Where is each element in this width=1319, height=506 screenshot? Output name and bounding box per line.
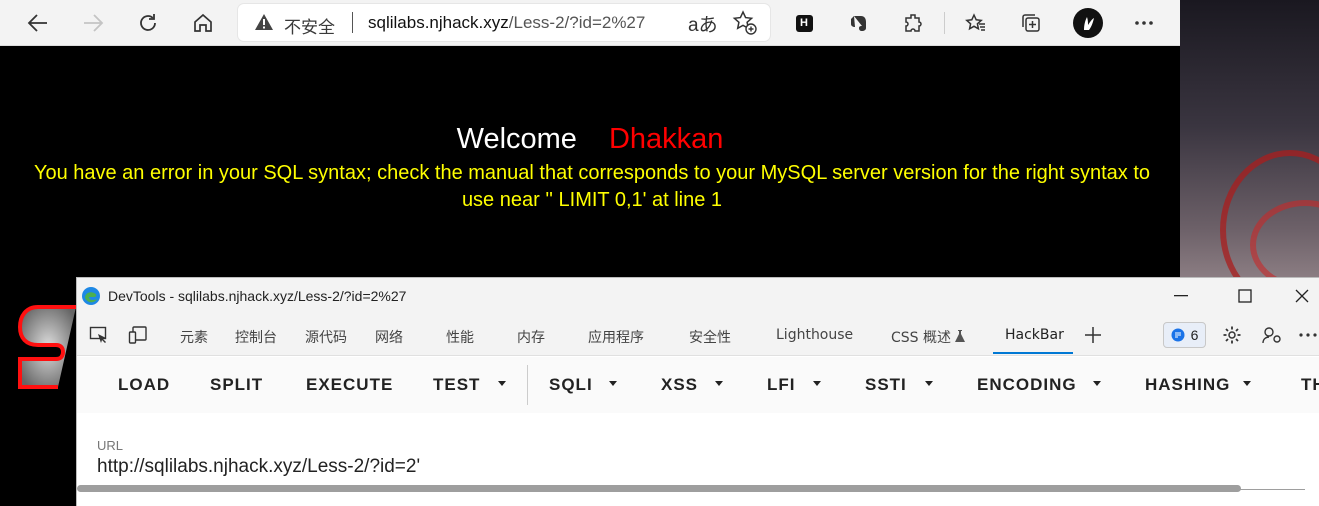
maximize-icon[interactable] [1231, 284, 1259, 308]
welcome-line: Welcome Dhakkan [0, 123, 1180, 156]
forward-icon[interactable] [76, 6, 110, 40]
more-options-icon[interactable] [1296, 323, 1319, 347]
tab-memory[interactable]: 内存 [517, 327, 545, 347]
ssti-dropdown[interactable]: SSTI [865, 375, 907, 395]
url-path: /Less-2/?id=2%27 [508, 13, 646, 32]
favorites-icon[interactable] [959, 6, 993, 40]
sqli-chevron-down-icon [609, 381, 617, 386]
url-text[interactable]: sqlilabs.njhack.xyz/Less-2/?id=2%27 [368, 13, 645, 33]
tab-performance[interactable]: 性能 [446, 327, 474, 347]
sqli-dropdown[interactable]: SQLI [549, 375, 593, 395]
address-separator [352, 12, 353, 33]
xss-chevron-down-icon [715, 381, 723, 386]
sqli-logo-icon [17, 302, 78, 392]
extensions-icon[interactable] [897, 6, 931, 40]
refresh-icon[interactable] [131, 6, 165, 40]
customize-devtools-icon[interactable] [1260, 323, 1284, 347]
settings-gear-icon[interactable] [1220, 323, 1244, 347]
tab-sources[interactable]: 源代码 [305, 327, 347, 347]
add-favorite-icon[interactable] [732, 10, 758, 36]
toolbar-divider [527, 365, 528, 405]
sql-error-message: You have an error in your SQL syntax; ch… [33, 162, 1151, 211]
url-field[interactable]: URL http://sqlilabs.njhack.xyz/Less-2/?i… [97, 428, 1305, 490]
load-button[interactable]: LOAD [118, 375, 170, 395]
url-field-label: URL [97, 438, 124, 453]
split-button[interactable]: SPLIT [210, 375, 263, 395]
collections-icon[interactable] [1014, 6, 1048, 40]
read-aloud-icon[interactable]: aあ [688, 10, 718, 37]
devtools-title: DevTools - sqlilabs.njhack.xyz/Less-2/?i… [108, 288, 407, 304]
home-icon[interactable] [186, 6, 220, 40]
profile-avatar-icon[interactable] [1071, 6, 1105, 40]
more-icon[interactable] [1127, 6, 1161, 40]
overflow-button[interactable]: TH [1301, 375, 1319, 395]
tab-elements[interactable]: 元素 [180, 327, 208, 347]
edge-logo-icon [82, 287, 100, 305]
tab-application[interactable]: 应用程序 [588, 327, 644, 347]
back-icon[interactable] [21, 6, 55, 40]
close-icon[interactable] [1288, 284, 1316, 308]
test-dropdown[interactable]: TEST [433, 375, 480, 395]
address-bar[interactable]: 不安全 sqlilabs.njhack.xyz/Less-2/?id=2%27 … [238, 4, 770, 41]
device-emulation-icon[interactable] [126, 323, 150, 347]
evernote-icon[interactable] [842, 6, 876, 40]
xss-dropdown[interactable]: XSS [661, 375, 698, 395]
tab-security[interactable]: 安全性 [689, 327, 731, 347]
test-chevron-down-icon [498, 381, 506, 386]
minimize-icon[interactable] [1167, 284, 1195, 308]
message-icon [1171, 328, 1185, 342]
execute-button[interactable]: EXECUTE [306, 375, 393, 395]
experiment-flask-icon [955, 330, 966, 342]
encoding-chevron-down-icon [1093, 381, 1101, 386]
tab-lighthouse[interactable]: Lighthouse [776, 327, 853, 343]
tab-network[interactable]: 网络 [375, 327, 403, 347]
warning-icon[interactable] [254, 12, 274, 32]
lfi-dropdown[interactable]: LFI [767, 375, 796, 395]
tab-console[interactable]: 控制台 [235, 327, 277, 347]
url-field-value[interactable]: http://sqlilabs.njhack.xyz/Less-2/?id=2' [97, 456, 420, 478]
username-text: Dhakkan [608, 123, 724, 155]
tab-css-overview[interactable]: CSS 概述 [891, 327, 966, 347]
hackbar-ext-letter: H [795, 14, 813, 32]
welcome-text: Welcome [456, 123, 577, 155]
hashing-dropdown[interactable]: HASHING [1145, 375, 1230, 395]
security-status[interactable]: 不安全 [284, 13, 335, 38]
add-tab-icon[interactable] [1081, 323, 1105, 347]
toolbar-divider [944, 12, 945, 34]
inspect-element-icon[interactable] [87, 323, 111, 347]
issues-count: 6 [1190, 327, 1199, 343]
hackbar-extension-icon[interactable]: H [787, 6, 821, 40]
devtools-titlebar: DevTools - sqlilabs.njhack.xyz/Less-2/?i… [77, 278, 1319, 314]
devtools-window: DevTools - sqlilabs.njhack.xyz/Less-2/?i… [76, 277, 1319, 506]
encoding-dropdown[interactable]: ENCODING [977, 375, 1077, 395]
browser-toolbar: 不安全 sqlilabs.njhack.xyz/Less-2/?id=2%27 … [0, 0, 1180, 46]
tab-css-overview-label: CSS 概述 [891, 330, 951, 346]
active-tab-indicator [993, 352, 1073, 354]
url-host: sqlilabs.njhack.xyz [368, 13, 509, 32]
ssti-chevron-down-icon [925, 381, 933, 386]
tab-hackbar[interactable]: HackBar [1005, 327, 1064, 343]
issues-badge[interactable]: 6 [1163, 322, 1206, 348]
devtools-tab-bar: 元素 控制台 源代码 网络 性能 内存 应用程序 安全性 Lighthouse … [77, 314, 1319, 356]
hashing-chevron-down-icon [1243, 381, 1251, 386]
hackbar-toolbar: LOAD SPLIT EXECUTE TEST SQLI XSS LFI SST… [77, 357, 1319, 492]
lfi-chevron-down-icon [813, 381, 821, 386]
